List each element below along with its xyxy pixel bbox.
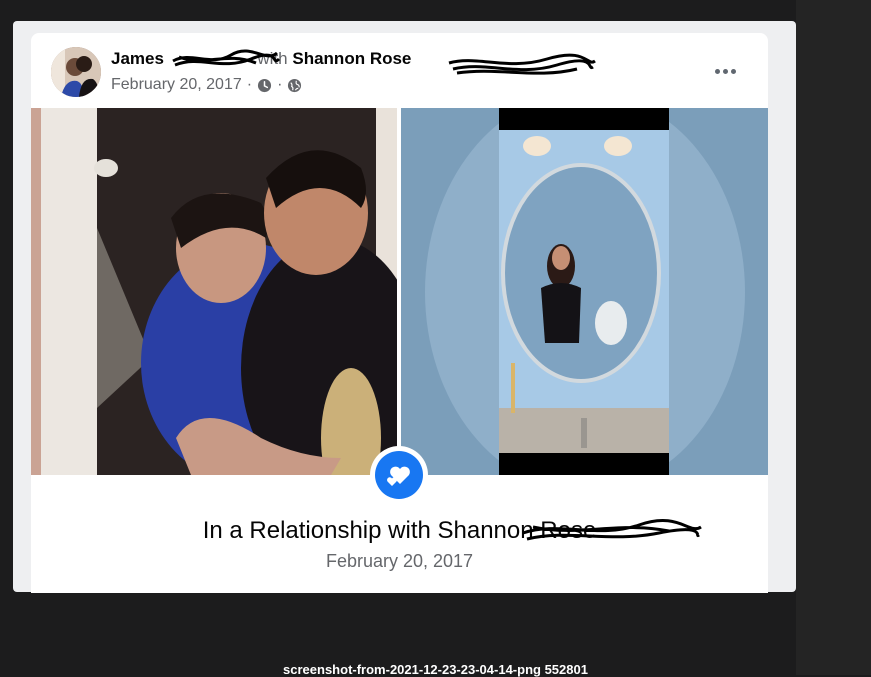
author-avatar[interactable] bbox=[51, 47, 101, 97]
post-date[interactable]: February 20, 2017 bbox=[111, 76, 242, 94]
background-right bbox=[796, 0, 871, 675]
photo-mirror-image bbox=[401, 108, 768, 475]
hearts-icon bbox=[387, 466, 410, 486]
meta-separator-2: · bbox=[277, 76, 283, 93]
with-label: with bbox=[257, 49, 288, 68]
photo-grid bbox=[31, 108, 768, 475]
life-event-badge bbox=[370, 446, 428, 504]
life-event-date: February 20, 2017 bbox=[325, 551, 474, 571]
meta-separator: · bbox=[246, 76, 253, 93]
globe-icon[interactable] bbox=[287, 78, 302, 93]
post-options-button[interactable] bbox=[707, 58, 743, 84]
photo-couple[interactable] bbox=[31, 108, 397, 475]
tagged-name[interactable]: Shannon Rose bbox=[292, 49, 411, 68]
author-name[interactable]: James bbox=[111, 49, 164, 68]
redaction-scribble-2 bbox=[448, 53, 596, 75]
post-header: James with Shannon Rose February 20, 201… bbox=[31, 33, 768, 108]
post-card: James with Shannon Rose February 20, 201… bbox=[31, 33, 768, 593]
post-meta: February 20, 2017 · · bbox=[111, 76, 302, 94]
more-horizontal-icon bbox=[714, 68, 720, 74]
clock-icon bbox=[258, 78, 272, 92]
life-event-title: In a Relationship with Shannon Rose bbox=[202, 517, 597, 544]
life-event-icon-circle bbox=[375, 451, 423, 499]
photo-couple-image bbox=[31, 108, 397, 475]
photo-mirror-selfie[interactable] bbox=[401, 108, 768, 475]
avatar-photo bbox=[51, 47, 101, 97]
author-line: James with Shannon Rose bbox=[111, 49, 411, 69]
